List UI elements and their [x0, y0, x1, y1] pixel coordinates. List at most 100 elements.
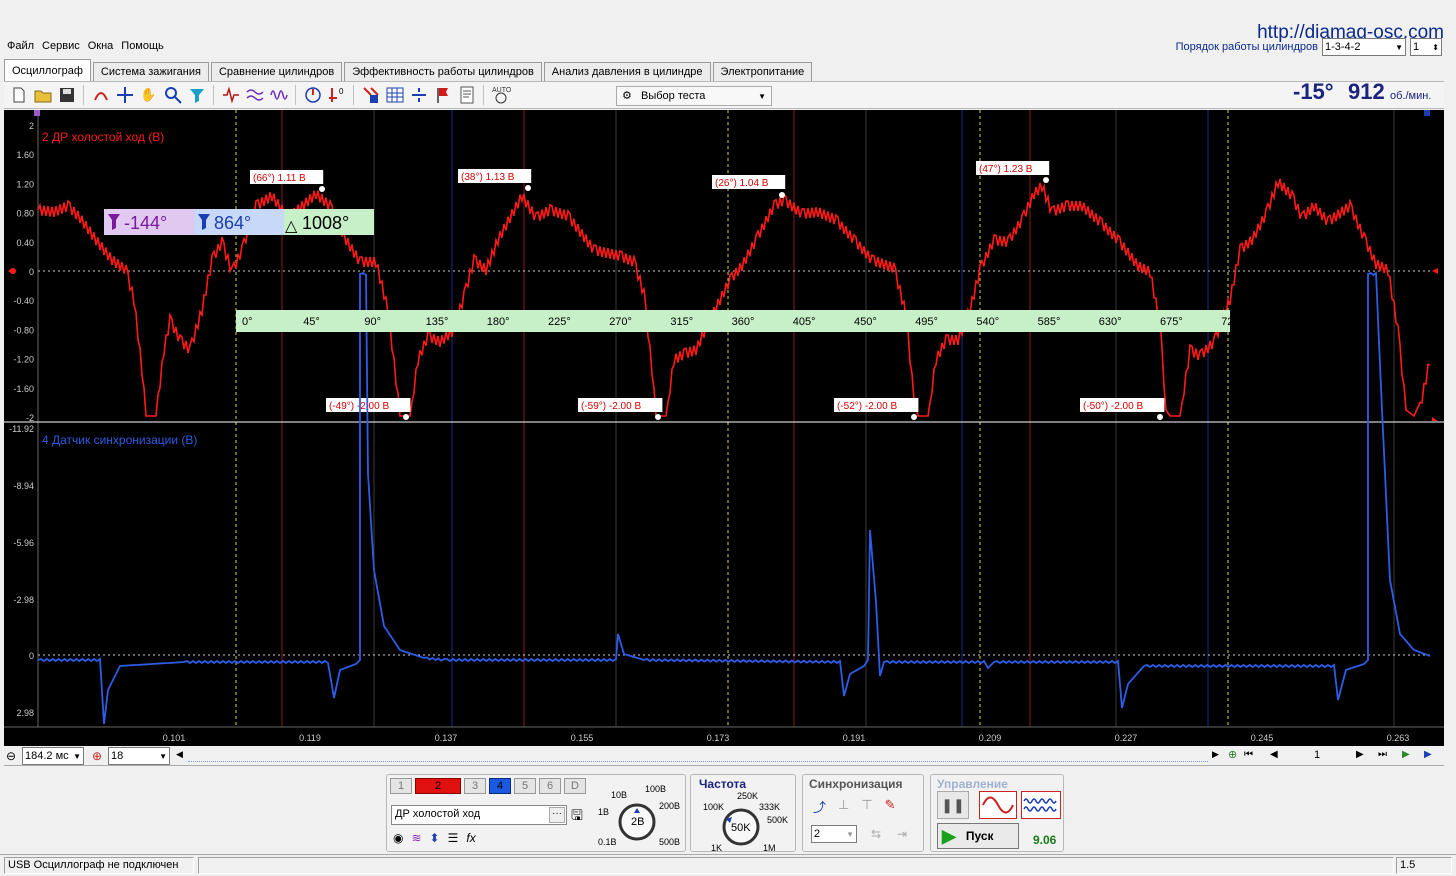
horizontal-scrollbar[interactable]	[188, 750, 1208, 762]
cursor-readout[interactable]: -144° 864° △ 1008°	[104, 209, 374, 235]
open-folder-icon[interactable]	[32, 85, 53, 106]
menu-file[interactable]: Файл	[6, 40, 35, 56]
zero-icon[interactable]: 0	[326, 85, 347, 106]
voltage-knob[interactable]: 2В 10В 100В 1В 200В 0.1В 500В	[595, 784, 685, 849]
scroll-left-icon[interactable]: ◀	[176, 749, 183, 760]
go-page-icon[interactable]: ▶	[1424, 749, 1432, 760]
more-options-icon[interactable]: ···	[549, 807, 565, 823]
eye-icon[interactable]: ◉	[393, 831, 403, 845]
channel-buttons: 1 2 3 4 5 6 D	[390, 778, 586, 794]
ch2-y-tick: 1.20	[16, 179, 34, 189]
channel-d-button[interactable]: D	[564, 778, 586, 794]
degree-label: 720°	[1221, 316, 1244, 328]
play-page-icon[interactable]: ▶	[1402, 749, 1410, 760]
oscilloscope-view[interactable]: 2 ДР холостой ход (В) 2 1.60 1.20 0.80 0.40 0…	[4, 110, 1444, 746]
channel-name-field[interactable]: ДР холостой ход ···	[391, 805, 567, 825]
trough-label: (-52°) -2.00 В	[837, 401, 897, 412]
start-button[interactable]: ▶ Пуск	[937, 823, 1019, 849]
zoom-in-icon[interactable]: ⊕	[92, 749, 102, 763]
cursor-a-handle[interactable]	[34, 110, 40, 116]
new-file-icon[interactable]	[8, 85, 29, 106]
channel-5-button[interactable]: 5	[514, 778, 536, 794]
wave1-icon[interactable]	[244, 85, 265, 106]
start-label: Пуск	[965, 829, 994, 843]
scope-canvas[interactable]: 2 ДР холостой ход (В) 2 1.60 1.20 0.80 0.40 0…	[4, 110, 1444, 746]
channel-2-button[interactable]: 2	[415, 778, 461, 794]
zoom-out-icon[interactable]: ⊖	[6, 749, 16, 763]
tab-oscilloscope[interactable]: Осциллограф	[4, 59, 91, 81]
frequency-value: 50K	[731, 822, 751, 834]
prev-page-icon[interactable]: ◀	[1270, 749, 1278, 760]
svg-text:0: 0	[339, 87, 344, 96]
chevron-down-icon: ▼	[73, 751, 81, 761]
channel-4: 4 Датчик синхронизации (В) -11.92 -8.94 -5…	[9, 271, 1431, 725]
menu-service[interactable]: Сервис	[41, 40, 81, 56]
auto-icon[interactable]	[302, 85, 323, 106]
sync-expand-icon[interactable]: ⇆	[871, 827, 881, 841]
degree-label: 90°	[364, 316, 381, 328]
save-icon[interactable]	[56, 85, 77, 106]
channel-4-trace	[37, 271, 1431, 725]
ignition-angle: -15°	[1293, 79, 1334, 104]
freq-label-250k: 250K	[737, 791, 759, 801]
menu-windows[interactable]: Окна	[87, 40, 115, 56]
first-page-icon[interactable]: ⏮	[1244, 749, 1253, 760]
tab-ignition[interactable]: Система зажигания	[92, 62, 209, 81]
toolbar-separator	[483, 85, 484, 105]
channel-3-button[interactable]: 3	[464, 778, 486, 794]
tab-cylinder-compare[interactable]: Сравнение цилиндров	[210, 62, 343, 81]
ch2-zero-marker-right[interactable]	[1432, 268, 1438, 274]
note-icon[interactable]	[456, 85, 477, 106]
channel-6-button[interactable]: 6	[539, 778, 561, 794]
cursor-b-handle[interactable]	[1424, 110, 1430, 116]
channel-1-button[interactable]: 1	[390, 778, 412, 794]
zoom-level-select[interactable]: 18 ▼	[108, 747, 170, 765]
firing-order-select[interactable]: 1-3-4-2 ▼	[1322, 38, 1406, 56]
marker-icon[interactable]	[360, 85, 381, 106]
channel-settings-icon[interactable]: 🖫	[571, 805, 583, 829]
sync-collapse-icon[interactable]: ⇥	[897, 827, 907, 841]
signal-icon[interactable]	[220, 85, 241, 106]
timebase-value: 184.2 мс	[25, 750, 69, 762]
add-page-icon[interactable]: ⊕	[1228, 748, 1237, 761]
flag-icon[interactable]	[432, 85, 453, 106]
auto-sync-icon[interactable]: ✎	[885, 797, 896, 816]
next-page-icon[interactable]: ▶	[1356, 749, 1364, 760]
cursor-icon[interactable]	[114, 85, 135, 106]
zoom-icon[interactable]	[162, 85, 183, 106]
vertical-scale-icon[interactable]: ⬍	[430, 831, 440, 845]
lines-icon[interactable]: ☰	[448, 831, 459, 845]
tab-cylinder-efficiency[interactable]: Эффективность работы цилиндров	[344, 62, 542, 81]
tab-bar: Осциллограф Система зажигания Сравнение …	[4, 59, 814, 81]
scroll-right-icon[interactable]: ▶	[1212, 749, 1219, 760]
test-select[interactable]: ⚙ Выбор теста ▼	[616, 86, 772, 106]
last-page-icon[interactable]: ⏭	[1378, 749, 1387, 760]
menu-help[interactable]: Помощь	[120, 40, 165, 56]
ch2-offset-marker[interactable]	[10, 268, 16, 274]
falling-edge-icon[interactable]: ⊥	[838, 797, 849, 816]
hand-icon[interactable]: ✋	[138, 85, 159, 106]
auto-scale-icon[interactable]: AUTO	[490, 85, 511, 106]
invert-icon[interactable]: ≋	[411, 831, 421, 845]
degree-scale[interactable]: 0° 45° 90° 135° 180° 225° 270° 315° 360° 405° 450°…	[236, 310, 1244, 332]
continuous-mode-button[interactable]	[1021, 791, 1061, 819]
frequency-knob[interactable]: 50K 250K 100K 333K 500K 1K 1M	[691, 789, 797, 853]
cylinder-spinner[interactable]: 1 ⬍	[1410, 38, 1442, 56]
pause-button[interactable]: ❚❚	[937, 791, 969, 819]
timebase-select[interactable]: 184.2 мс ▼	[22, 747, 84, 765]
wave2-icon[interactable]	[268, 85, 289, 106]
rising-edge-icon[interactable]: ⤴	[813, 797, 826, 816]
channel-4-button[interactable]: 4	[489, 778, 511, 794]
single-mode-button[interactable]	[979, 791, 1017, 819]
sync-channel-select[interactable]: 2 ▼	[811, 825, 857, 843]
pulse-icon[interactable]: ⊤	[861, 797, 872, 816]
grid-icon[interactable]	[384, 85, 405, 106]
tab-pressure-analysis[interactable]: Анализ давления в цилиндре	[543, 62, 711, 81]
function-icon[interactable]: fx	[466, 831, 475, 845]
degree-label: 585°	[1038, 316, 1061, 328]
separator-icon[interactable]	[408, 85, 429, 106]
freq-label-333k: 333K	[759, 802, 781, 812]
trigger-icon[interactable]	[90, 85, 111, 106]
filter-icon[interactable]	[186, 85, 207, 106]
tab-power-supply[interactable]: Электропитание	[712, 62, 813, 81]
